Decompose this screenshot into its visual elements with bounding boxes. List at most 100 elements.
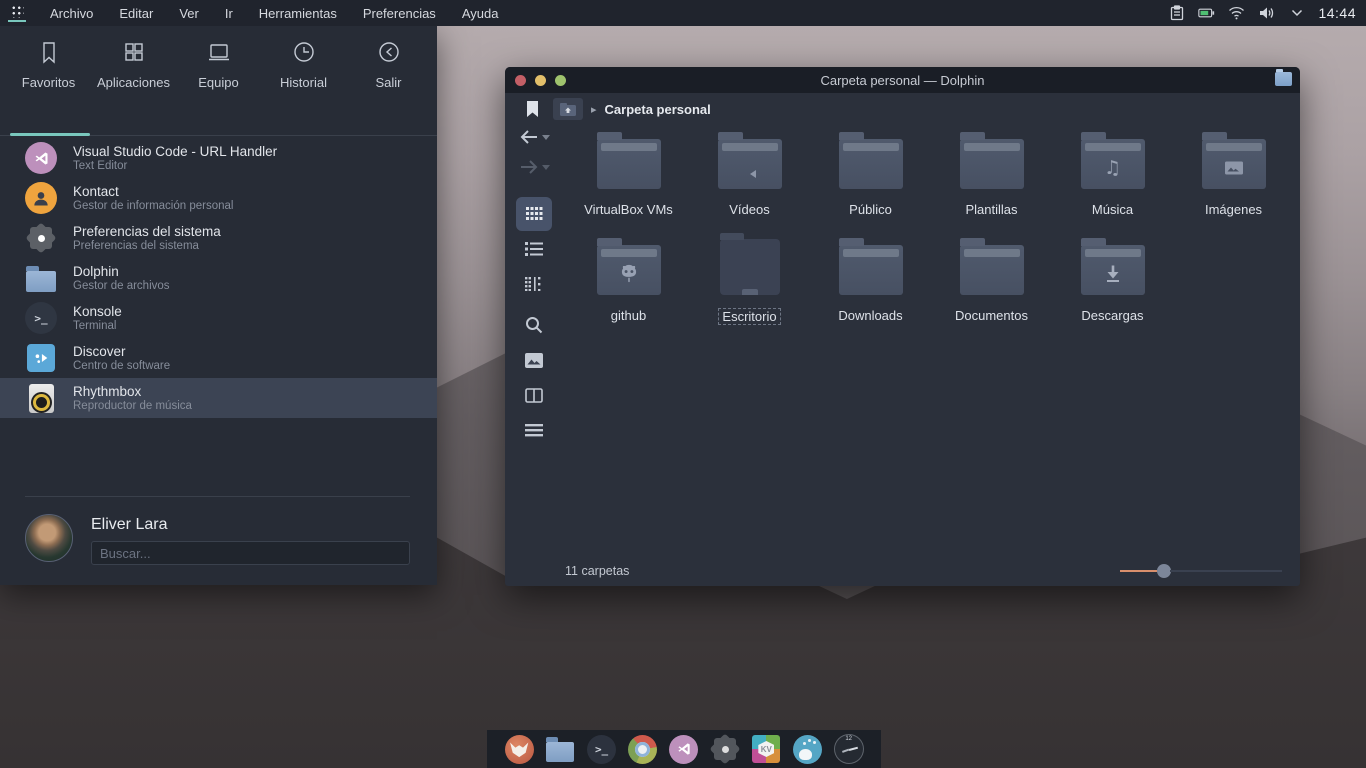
dock-clock-widget[interactable]: 12	[834, 734, 864, 764]
folder-escritorio[interactable]: Escritorio	[689, 231, 810, 325]
zoom-slider-handle[interactable]	[1157, 564, 1171, 578]
battery-icon[interactable]	[1198, 5, 1215, 22]
tab-historial[interactable]: Historial	[261, 40, 346, 110]
folder-documentos[interactable]: Documentos	[931, 231, 1052, 325]
bookmark-icon[interactable]	[526, 101, 539, 118]
breadcrumb-current[interactable]: Carpeta personal	[605, 102, 711, 117]
search-input[interactable]	[91, 541, 410, 565]
app-subtitle: Preferencias del sistema	[73, 240, 221, 253]
app-item-system-settings[interactable]: Preferencias del sistema Preferencias de…	[25, 218, 410, 258]
minimize-button[interactable]	[535, 75, 546, 86]
system-tray: 14:44	[1168, 5, 1366, 22]
menu-archivo[interactable]: Archivo	[50, 6, 93, 21]
kvantum-badge: KV	[758, 741, 774, 757]
folder-musica[interactable]: ♫ Música	[1052, 125, 1173, 217]
folder-publico[interactable]: Público	[810, 125, 931, 217]
menu-ir[interactable]: Ir	[225, 6, 233, 21]
grid-icon	[122, 40, 146, 66]
dock-vscode[interactable]	[669, 734, 699, 764]
app-title: Visual Studio Code - URL Handler	[73, 144, 277, 159]
compact-view-icon	[525, 277, 543, 291]
home-breadcrumb-button[interactable]	[553, 98, 583, 120]
folder-virtualbox-vms[interactable]: VirtualBox VMs	[568, 125, 689, 217]
back-button[interactable]	[519, 129, 550, 145]
folder-plantillas[interactable]: Plantillas	[931, 125, 1052, 217]
clock-display[interactable]: 14:44	[1318, 5, 1356, 21]
kontact-icon	[25, 182, 57, 214]
menu-ver[interactable]: Ver	[179, 6, 199, 21]
clipboard-icon[interactable]	[1168, 5, 1185, 22]
dock-file-manager[interactable]	[545, 734, 575, 764]
preview-toggle-button[interactable]	[516, 343, 552, 377]
menu-button[interactable]	[516, 413, 552, 447]
icons-view-button[interactable]	[516, 197, 552, 231]
chevron-down-icon[interactable]	[1288, 5, 1305, 22]
app-title: Discover	[73, 344, 170, 359]
folder-icon	[839, 245, 903, 295]
preview-icon	[525, 353, 543, 368]
messenger-icon	[793, 735, 822, 764]
app-launcher-button[interactable]	[0, 0, 34, 26]
app-item-vscode[interactable]: Visual Studio Code - URL Handler Text Ed…	[25, 138, 410, 178]
app-subtitle: Text Editor	[73, 160, 277, 173]
tab-aplicaciones[interactable]: Aplicaciones	[91, 40, 176, 110]
folder-imagenes[interactable]: Imágenes	[1173, 125, 1294, 217]
dolphin-titlebar[interactable]: Carpeta personal — Dolphin	[505, 67, 1300, 93]
list-view-button[interactable]	[516, 232, 552, 266]
volume-icon[interactable]	[1258, 5, 1275, 22]
split-view-button[interactable]	[516, 378, 552, 412]
tab-favoritos[interactable]: Favoritos	[6, 40, 91, 110]
window-app-icon	[1275, 72, 1292, 86]
folder-music-icon: ♫	[1081, 139, 1145, 189]
app-title: Kontact	[73, 184, 233, 199]
dock-terminal[interactable]: >_	[587, 734, 617, 764]
folder-images-icon	[1202, 139, 1266, 189]
app-item-kontact[interactable]: Kontact Gestor de información personal	[25, 178, 410, 218]
user-avatar[interactable]	[25, 514, 73, 562]
app-subtitle: Reproductor de música	[73, 400, 192, 413]
wifi-icon[interactable]	[1228, 5, 1245, 22]
dock-firefox[interactable]	[504, 734, 534, 764]
folder-videos[interactable]: Vídeos	[689, 125, 810, 217]
back-history-caret[interactable]	[542, 135, 550, 140]
tab-label: Equipo	[198, 75, 238, 90]
tab-salir[interactable]: Salir	[346, 40, 431, 110]
dock-chromium[interactable]	[628, 734, 658, 764]
image-emblem-icon	[1225, 162, 1243, 175]
file-manager-icon	[546, 742, 574, 762]
tab-equipo[interactable]: Equipo	[176, 40, 261, 110]
maximize-button[interactable]	[555, 75, 566, 86]
favorites-app-list: Visual Studio Code - URL Handler Text Ed…	[0, 138, 437, 418]
app-title: Dolphin	[73, 264, 170, 279]
menu-ayuda[interactable]: Ayuda	[462, 6, 499, 21]
app-subtitle: Gestor de información personal	[73, 200, 233, 213]
compact-view-button[interactable]	[516, 267, 552, 301]
user-name: Eliver Lara	[91, 516, 410, 534]
github-emblem-icon	[618, 264, 640, 284]
dock-system-settings[interactable]	[710, 734, 740, 764]
search-button[interactable]	[516, 308, 552, 342]
menu-editar[interactable]: Editar	[119, 6, 153, 21]
app-item-rhythmbox[interactable]: Rhythmbox Reproductor de música	[0, 378, 437, 418]
app-item-dolphin[interactable]: Dolphin Gestor de archivos	[25, 258, 410, 298]
app-item-konsole[interactable]: >_ Konsole Terminal	[25, 298, 410, 338]
forward-history-caret[interactable]	[542, 165, 550, 170]
close-button[interactable]	[515, 75, 526, 86]
launcher-active-underline	[8, 20, 26, 22]
forward-button[interactable]	[519, 159, 550, 175]
status-folder-count: 11 carpetas	[565, 564, 629, 578]
dock-kvantum[interactable]: KV	[751, 734, 781, 764]
zoom-slider[interactable]	[1120, 564, 1282, 578]
folder-downloads[interactable]: Downloads	[810, 231, 931, 325]
menu-herramientas[interactable]: Herramientas	[259, 6, 337, 21]
folder-videos-icon	[718, 139, 782, 189]
folder-github[interactable]: github	[568, 231, 689, 325]
folder-descargas[interactable]: Descargas	[1052, 231, 1173, 325]
bookmark-icon	[37, 40, 61, 66]
tab-label: Aplicaciones	[97, 75, 170, 90]
app-item-discover[interactable]: Discover Centro de software	[25, 338, 410, 378]
zoom-slider-filled-track	[1120, 570, 1158, 572]
terminal-icon: >_	[587, 735, 616, 764]
menu-preferencias[interactable]: Preferencias	[363, 6, 436, 21]
dock-messenger[interactable]	[793, 734, 823, 764]
